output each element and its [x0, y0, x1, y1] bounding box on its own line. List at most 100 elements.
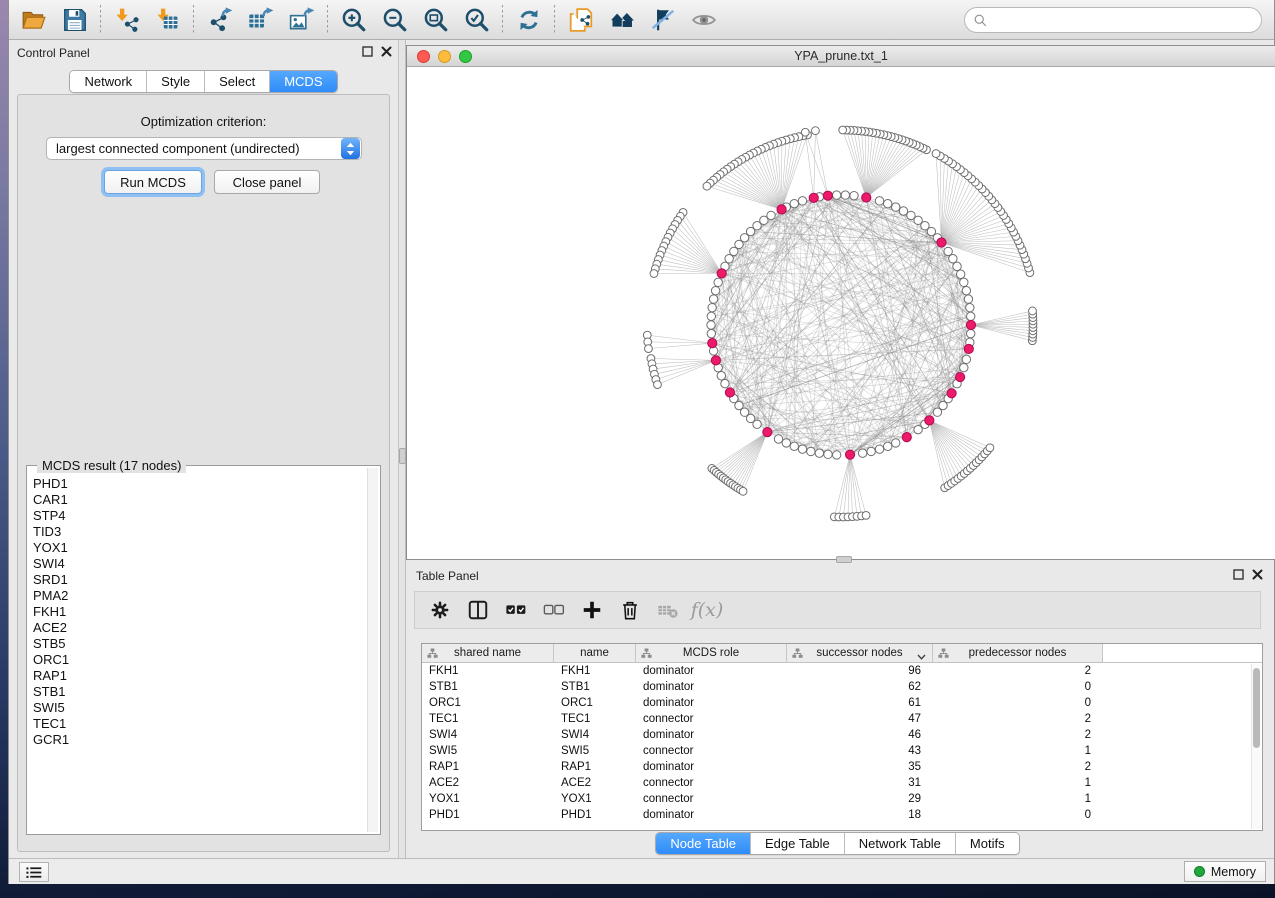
table-row[interactable]: STB1STB1dominator620 — [422, 679, 1262, 695]
network-node[interactable] — [841, 191, 849, 199]
network-node[interactable] — [774, 435, 782, 443]
mcds-result-item[interactable]: CAR1 — [33, 492, 367, 508]
network-node[interactable] — [867, 447, 875, 455]
network-node[interactable] — [707, 312, 715, 320]
column-header-predecessor-nodes[interactable]: predecessor nodes — [933, 644, 1103, 662]
table-row[interactable]: ORC1ORC1dominator610 — [422, 695, 1262, 711]
column-header-successor-nodes[interactable]: successor nodes — [787, 644, 933, 662]
network-leaf-node[interactable] — [739, 487, 747, 495]
zoom-out-icon[interactable] — [374, 4, 415, 36]
import-network-icon[interactable] — [106, 4, 147, 36]
export-network-icon[interactable] — [199, 4, 240, 36]
tab-mcds[interactable]: MCDS — [270, 71, 336, 92]
network-node[interactable] — [967, 312, 975, 320]
network-mcds-node[interactable] — [711, 356, 720, 365]
network-node[interactable] — [884, 199, 892, 207]
show-details-icon[interactable] — [683, 4, 724, 36]
delete-column-icon[interactable] — [613, 595, 647, 625]
network-node[interactable] — [964, 295, 972, 303]
column-header-name[interactable]: name — [554, 644, 636, 662]
float-table-panel-icon[interactable] — [1233, 569, 1244, 580]
network-node[interactable] — [899, 207, 907, 215]
vertical-splitter[interactable] — [398, 40, 406, 858]
window-maximize-icon[interactable] — [459, 50, 472, 63]
clone-network-icon[interactable] — [560, 4, 601, 36]
network-leaf-node[interactable] — [650, 270, 658, 278]
mcds-result-item[interactable]: STB5 — [33, 636, 367, 652]
import-table-icon[interactable] — [147, 4, 188, 36]
network-node[interactable] — [798, 445, 806, 453]
network-mcds-node[interactable] — [725, 388, 734, 397]
zoom-fit-icon[interactable] — [415, 4, 456, 36]
tab-node-table[interactable]: Node Table — [656, 833, 751, 854]
network-node[interactable] — [815, 449, 823, 457]
network-node[interactable] — [892, 439, 900, 447]
network-node[interactable] — [807, 447, 815, 455]
window-close-icon[interactable] — [417, 50, 430, 63]
tab-network-table[interactable]: Network Table — [845, 833, 956, 854]
mcds-result-item[interactable]: GCR1 — [33, 732, 367, 748]
network-node[interactable] — [707, 329, 715, 337]
network-mcds-node[interactable] — [823, 191, 832, 200]
table-row[interactable]: PHD1PHD1dominator180 — [422, 807, 1262, 823]
network-mcds-node[interactable] — [845, 450, 854, 459]
column-header-shared-name[interactable]: shared name — [422, 644, 554, 662]
memory-button[interactable]: Memory — [1184, 861, 1266, 882]
close-table-panel-icon[interactable] — [1252, 569, 1263, 580]
column-header-MCDS-role[interactable]: MCDS role — [636, 644, 787, 662]
add-column-icon[interactable] — [575, 595, 609, 625]
search-input[interactable] — [988, 10, 1261, 30]
network-leaf-node[interactable] — [839, 126, 847, 134]
network-node[interactable] — [907, 211, 915, 219]
network-leaf-node[interactable] — [986, 444, 994, 452]
table-row[interactable]: YOX1YOX1connector291 — [422, 791, 1262, 807]
export-image-icon[interactable] — [281, 4, 322, 36]
hide-details-icon[interactable] — [642, 4, 683, 36]
network-leaf-node[interactable] — [1029, 307, 1037, 315]
mcds-result-item[interactable]: SWI5 — [33, 700, 367, 716]
network-node[interactable] — [725, 255, 733, 263]
mcds-result-item[interactable]: YOX1 — [33, 540, 367, 556]
table-row[interactable]: TEC1TEC1connector472 — [422, 711, 1262, 727]
table-row[interactable]: FKH1FKH1dominator962 — [422, 663, 1262, 679]
network-node[interactable] — [708, 303, 716, 311]
open-folder-icon[interactable] — [13, 4, 54, 36]
zoom-in-icon[interactable] — [333, 4, 374, 36]
network-node[interactable] — [944, 247, 952, 255]
network-leaf-node[interactable] — [801, 128, 809, 136]
network-node[interactable] — [714, 278, 722, 286]
float-panel-icon[interactable] — [362, 46, 373, 57]
task-history-button[interactable] — [19, 862, 49, 882]
network-leaf-node[interactable] — [932, 150, 940, 158]
network-node[interactable] — [962, 355, 970, 363]
network-mcds-node[interactable] — [966, 320, 975, 329]
tab-network[interactable]: Network — [70, 71, 147, 92]
network-node[interactable] — [707, 321, 715, 329]
network-node[interactable] — [892, 203, 900, 211]
zoom-selected-icon[interactable] — [456, 4, 497, 36]
network-mcds-node[interactable] — [925, 416, 934, 425]
network-node[interactable] — [711, 286, 719, 294]
network-node[interactable] — [875, 445, 883, 453]
horizontal-splitter-handle[interactable] — [836, 556, 852, 563]
mcds-result-item[interactable]: PMA2 — [33, 588, 367, 604]
network-node[interactable] — [960, 363, 968, 371]
network-node[interactable] — [966, 303, 974, 311]
deselect-all-icon[interactable] — [537, 595, 571, 625]
mcds-result-item[interactable]: RAP1 — [33, 668, 367, 684]
refresh-icon[interactable] — [508, 4, 549, 36]
mcds-result-item[interactable]: ACE2 — [33, 620, 367, 636]
mcds-result-item[interactable]: PHD1 — [33, 476, 367, 492]
mcds-result-item[interactable]: STB1 — [33, 684, 367, 700]
network-node[interactable] — [832, 191, 840, 199]
close-panel-icon[interactable] — [381, 46, 392, 57]
network-node[interactable] — [824, 450, 832, 458]
close-panel-button[interactable]: Close panel — [214, 170, 320, 194]
network-node[interactable] — [953, 262, 961, 270]
network-mcds-node[interactable] — [777, 205, 786, 214]
table-row[interactable]: RAP1RAP1dominator352 — [422, 759, 1262, 775]
network-node[interactable] — [721, 379, 729, 387]
network-leaf-node[interactable] — [812, 127, 820, 135]
network-node[interactable] — [858, 449, 866, 457]
network-node[interactable] — [967, 329, 975, 337]
